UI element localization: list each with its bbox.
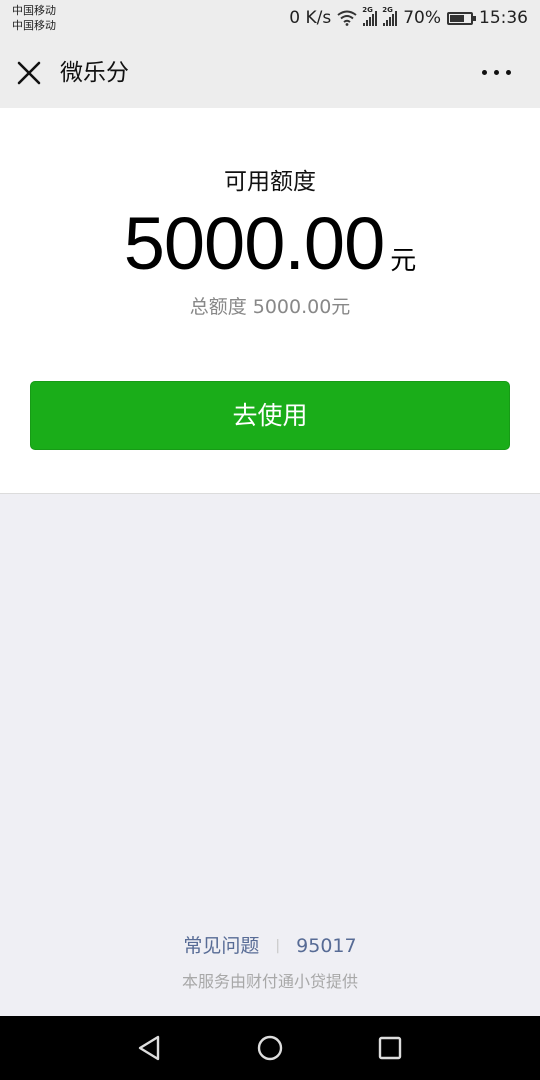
network-speed: 0 K/s <box>289 8 332 28</box>
available-credit-label: 可用额度 <box>224 169 316 195</box>
more-button[interactable] <box>482 66 514 78</box>
status-bar: 中国移动 中国移动 0 K/s 2G 2G 70% 15:36 <box>0 0 540 36</box>
wifi-icon <box>337 10 357 26</box>
signal-icon-2: 2G <box>382 6 398 26</box>
page-title: 微乐分 <box>60 60 129 86</box>
signal-tag-1: 2G <box>362 6 373 14</box>
home-circle-icon <box>257 1035 283 1061</box>
recent-apps-button[interactable] <box>376 1034 404 1062</box>
home-button[interactable] <box>256 1034 284 1062</box>
service-provider-note: 本服务由财付通小贷提供 <box>181 972 358 991</box>
available-amount: 5000.00 元 <box>0 200 540 288</box>
carrier-1: 中国移动 <box>12 4 56 17</box>
carrier-2: 中国移动 <box>12 19 56 32</box>
phone-link[interactable]: 95017 <box>296 932 356 960</box>
clock: 15:36 <box>479 8 528 28</box>
signal-icon-1: 2G <box>362 6 378 26</box>
footer-links: 常见问题 | 95017 <box>0 932 540 960</box>
more-icon <box>482 69 511 75</box>
signal-tag-2: 2G <box>382 6 393 14</box>
back-triangle-icon <box>138 1035 160 1061</box>
recent-square-icon <box>378 1036 402 1060</box>
status-indicators: 0 K/s 2G 2G 70% 15:36 <box>289 6 528 30</box>
total-credit: 总额度 5000.00元 <box>189 296 351 318</box>
close-icon <box>17 61 41 85</box>
battery-percent: 70% <box>403 8 441 28</box>
amount-unit: 元 <box>390 246 417 276</box>
credit-card: 可用额度 5000.00 元 总额度 5000.00元 去使用 <box>0 108 540 494</box>
carrier-info: 中国移动 中国移动 <box>12 3 56 33</box>
system-nav-bar <box>0 1016 540 1080</box>
amount-value: 5000.00 <box>123 202 385 285</box>
nav-bar: 微乐分 <box>0 36 540 108</box>
faq-link[interactable]: 常见问题 <box>183 932 259 960</box>
use-button[interactable]: 去使用 <box>30 381 510 450</box>
battery-icon <box>447 11 476 25</box>
footer-separator: | <box>275 938 281 954</box>
close-button[interactable] <box>14 58 44 88</box>
back-button[interactable] <box>136 1034 164 1062</box>
